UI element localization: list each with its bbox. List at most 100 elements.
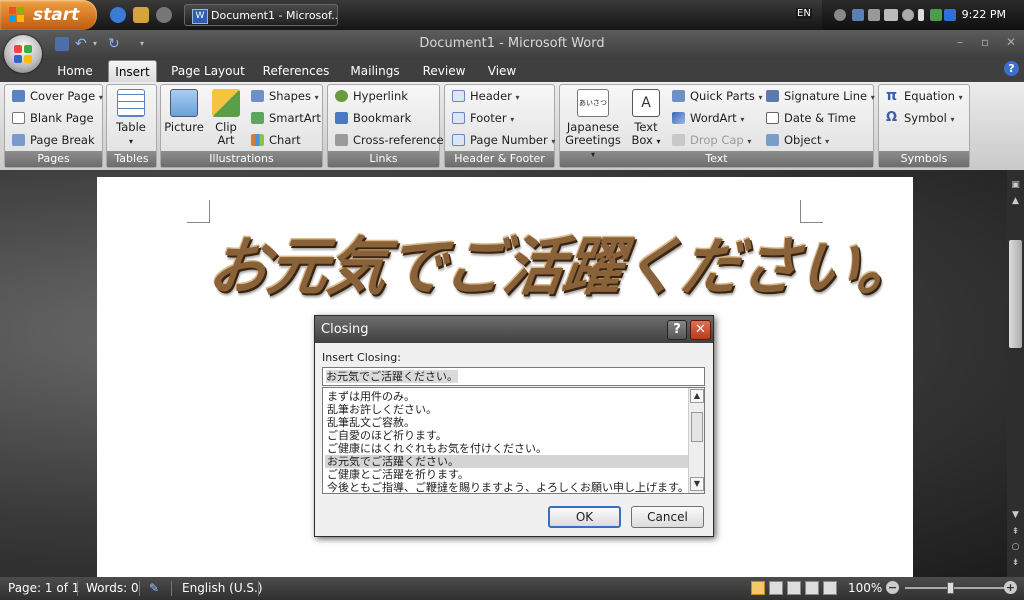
word-count[interactable]: Words: 0 (86, 577, 139, 600)
list-scroll-up-icon[interactable]: ▲ (690, 389, 704, 403)
chevron-left-icon[interactable] (834, 9, 846, 21)
clip-art-button[interactable]: Clip Art (208, 89, 244, 147)
signal-icon[interactable] (884, 9, 898, 21)
quick-parts-label: Quick Parts (690, 89, 755, 103)
quick-parts-icon (672, 90, 685, 102)
next-page-icon[interactable]: ⇟ (1009, 558, 1022, 568)
zoom-slider-thumb[interactable] (947, 582, 954, 594)
taskbar: start W Document1 - Microsof... EN 9:22 … (0, 0, 1024, 31)
network-icon[interactable] (852, 9, 864, 21)
taskbar-item-label: Document1 - Microsof... (211, 9, 338, 22)
start-button[interactable]: start (0, 0, 97, 30)
system-tray: 9:22 PM (822, 0, 1024, 30)
draft-view-icon[interactable] (823, 581, 837, 595)
list-scroll-thumb[interactable] (691, 412, 703, 442)
volume-icon[interactable] (868, 9, 880, 21)
tab-page-layout[interactable]: Page Layout (168, 60, 248, 82)
language-status[interactable]: English (U.S.) (182, 577, 263, 600)
cover-page-icon (12, 90, 25, 102)
list-item[interactable]: ご健康とご活躍を祈ります。 (325, 468, 688, 481)
zoom-level[interactable]: 100% (848, 577, 882, 600)
table-button[interactable]: Table ▾ (111, 89, 151, 148)
page-break-icon (12, 134, 25, 146)
display-icon[interactable] (944, 9, 956, 21)
dialog-title-bar[interactable]: Closing ? ✕ (315, 316, 713, 343)
power-icon[interactable] (902, 9, 914, 21)
cancel-button[interactable]: Cancel (631, 506, 704, 528)
page-number-icon (452, 134, 465, 146)
proofing-icon[interactable]: ✎ (149, 577, 159, 600)
zoom-slider-track[interactable] (905, 587, 1005, 589)
zoom-in-icon[interactable]: + (1004, 581, 1017, 594)
print-layout-view-icon[interactable] (751, 581, 765, 595)
vertical-scrollbar[interactable]: ▣ ▲ ▼ ⇞ ○ ⇟ (1007, 170, 1024, 577)
japanese-greetings-button[interactable]: あいさつ Japanese Greetings ▾ (563, 89, 623, 161)
list-scrollbar[interactable]: ▲ ▼ (688, 388, 704, 493)
minimize-button[interactable]: – (957, 35, 963, 49)
page-count[interactable]: Page: 1 of 1 (8, 577, 79, 600)
text-box-button[interactable]: A Text Box ▾ (627, 89, 665, 148)
taskbar-item-word[interactable]: W Document1 - Microsof... (184, 4, 338, 26)
media-quicklaunch-icon[interactable] (133, 7, 149, 23)
office-button[interactable] (4, 35, 42, 73)
battery-icon[interactable] (918, 9, 924, 21)
picture-button[interactable]: Picture (164, 89, 204, 134)
security-icon[interactable] (930, 9, 942, 21)
table-label: Table (116, 120, 146, 134)
web-layout-view-icon[interactable] (787, 581, 801, 595)
group-header-footer-label: Header & Footer (445, 151, 554, 167)
dialog-close-button[interactable]: ✕ (690, 320, 711, 340)
tab-mailings[interactable]: Mailings (345, 60, 405, 82)
status-divider (77, 581, 78, 596)
ruler-toggle-icon[interactable]: ▣ (1009, 180, 1022, 190)
ok-button[interactable]: OK (548, 506, 621, 528)
list-item[interactable]: ご健康にはくれぐれもお気を付けください。 (325, 442, 688, 455)
tab-view[interactable]: View (481, 60, 523, 82)
outline-view-icon[interactable] (805, 581, 819, 595)
restore-button[interactable]: ▫ (981, 35, 989, 49)
scroll-down-icon[interactable]: ▼ (1009, 510, 1022, 520)
list-item[interactable]: 乱筆お許しください。 (325, 403, 688, 416)
japanese-greetings-icon: あいさつ (577, 89, 609, 117)
closing-list[interactable]: まずは用件のみ。 乱筆お許しください。 乱筆乱文ご容赦。 ご自愛のほど祈ります。… (322, 387, 705, 494)
ie-quicklaunch-icon[interactable] (110, 7, 126, 23)
previous-page-icon[interactable]: ⇞ (1009, 527, 1022, 537)
list-item[interactable]: ご自愛のほど祈ります。 (325, 429, 688, 442)
object-label: Object (784, 133, 822, 147)
scroll-thumb[interactable] (1009, 240, 1022, 348)
full-screen-reading-view-icon[interactable] (769, 581, 783, 595)
list-item-selected[interactable]: お元気でご活躍ください。 (325, 455, 688, 468)
status-divider (139, 581, 140, 596)
app-quicklaunch-icon[interactable] (156, 7, 172, 23)
group-symbols-label: Symbols (879, 151, 969, 167)
tab-review[interactable]: Review (419, 60, 469, 82)
list-scroll-down-icon[interactable]: ▼ (690, 477, 704, 491)
picture-icon (170, 89, 198, 117)
footer-label: Footer (470, 111, 507, 125)
list-item[interactable]: 乱筆乱文ご容赦。 (325, 416, 688, 429)
select-browse-object-icon[interactable]: ○ (1009, 542, 1022, 552)
group-tables-label: Tables (107, 151, 156, 167)
dialog-title: Closing (321, 322, 369, 337)
text-box-label-1: Text (634, 120, 658, 134)
help-icon[interactable]: ? (1004, 61, 1019, 76)
blank-page-icon (12, 112, 25, 124)
closing-input[interactable]: お元気でご活躍ください。 (322, 367, 705, 386)
group-illustrations-label: Illustrations (161, 151, 322, 167)
bookmark-icon (335, 112, 348, 124)
closing-input-value: お元気でご活躍ください。 (326, 370, 458, 383)
tab-references[interactable]: References (259, 60, 333, 82)
zoom-out-icon[interactable]: − (886, 581, 899, 594)
scroll-up-icon[interactable]: ▲ (1009, 196, 1022, 206)
list-item[interactable]: 今後ともご指導、ご鞭撻を賜りますよう、よろしくお願い申し上げます。 (325, 481, 688, 493)
close-window-button[interactable]: ✕ (1006, 35, 1016, 49)
window-title: Document1 - Microsoft Word (419, 36, 605, 51)
wordart-text[interactable]: お元気でご活躍ください。 (204, 216, 925, 307)
tab-home[interactable]: Home (52, 60, 98, 82)
office-logo-icon (14, 45, 32, 63)
clock[interactable]: 9:22 PM (962, 0, 1006, 30)
dialog-help-button[interactable]: ? (667, 320, 687, 340)
language-indicator[interactable]: EN (796, 8, 812, 19)
list-item[interactable]: まずは用件のみ。 (325, 390, 688, 403)
tab-insert[interactable]: Insert (108, 60, 157, 82)
